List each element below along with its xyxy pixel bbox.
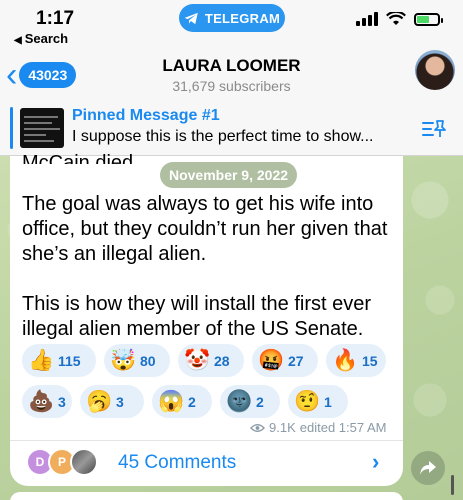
reaction-count: 115 xyxy=(58,352,81,369)
back-triangle-icon: ◀ xyxy=(14,35,22,46)
status-back-label: Search xyxy=(24,31,69,46)
telegram-pill-label: TELEGRAM xyxy=(204,10,281,26)
comments-label: 45 Comments xyxy=(118,452,237,473)
pinned-message-bar[interactable]: Pinned Message #1 I suppose this is the … xyxy=(0,100,463,156)
poop-icon: 💩 xyxy=(28,390,55,413)
message-text-cut-off: McCain died. xyxy=(22,152,139,164)
status-icons xyxy=(356,12,443,26)
signal-icon xyxy=(356,12,378,26)
message-paragraph: This is how they will install the first … xyxy=(22,293,372,340)
reaction-count: 27 xyxy=(288,352,304,369)
reaction-poop[interactable]: 💩 3 xyxy=(22,385,72,418)
reaction-clown[interactable]: 🤡 28 xyxy=(178,344,244,377)
exploding-head-icon: 🤯 xyxy=(110,349,137,372)
channel-title[interactable]: LAURA LOOMER xyxy=(0,56,463,76)
reaction-count: 3 xyxy=(58,393,66,410)
telegram-icon xyxy=(184,12,198,24)
reactions-row: 👍 115 🤯 80 🤡 28 🤬 27 🔥 15 💩 3 🥱 3 😱 2 🌚 2 🤨 1 xyxy=(22,344,392,418)
clown-icon: 🤡 xyxy=(184,349,211,372)
wifi-icon xyxy=(386,12,406,25)
telegram-app-pill[interactable]: TELEGRAM xyxy=(179,4,285,32)
new-moon-face-icon: 🌚 xyxy=(226,390,253,413)
commenter-avatar xyxy=(70,448,98,476)
reaction-count: 1 xyxy=(324,393,332,410)
screaming-face-icon: 😱 xyxy=(158,390,185,413)
next-message-bubble xyxy=(10,492,403,500)
reaction-new-moon-face[interactable]: 🌚 2 xyxy=(220,385,280,418)
message-meta: 9.1K edited 1:57 AM xyxy=(250,420,386,435)
edited-timestamp: edited 1:57 AM xyxy=(299,420,387,435)
pinned-preview-text: I suppose this is the perfect time to sh… xyxy=(72,128,374,145)
reaction-count: 2 xyxy=(256,393,264,410)
reaction-count: 2 xyxy=(188,393,196,410)
reaction-thumbs-up[interactable]: 👍 115 xyxy=(22,344,96,377)
reaction-count: 3 xyxy=(116,393,124,410)
battery-icon xyxy=(414,12,443,26)
reaction-exploding-head[interactable]: 🤯 80 xyxy=(104,344,170,377)
channel-avatar[interactable] xyxy=(415,50,455,90)
pin-list-icon[interactable] xyxy=(421,118,447,140)
reaction-count: 15 xyxy=(362,352,378,369)
status-back-link[interactable]: ◀ Search xyxy=(14,31,68,46)
reaction-count: 80 xyxy=(140,352,156,369)
view-count: 9.1K xyxy=(269,420,296,435)
pinned-title: Pinned Message #1 xyxy=(72,107,220,124)
status-time: 1:17 xyxy=(36,8,75,29)
eye-icon xyxy=(250,423,265,432)
reaction-raised-eyebrow[interactable]: 🤨 1 xyxy=(288,385,348,418)
reaction-yawning[interactable]: 🥱 3 xyxy=(80,385,144,418)
reaction-cursing-face[interactable]: 🤬 27 xyxy=(252,344,318,377)
yawning-face-icon: 🥱 xyxy=(86,390,113,413)
raised-eyebrow-icon: 🤨 xyxy=(294,390,321,413)
share-button[interactable] xyxy=(411,451,445,485)
thumbs-up-icon: 👍 xyxy=(28,349,55,372)
pinned-thumbnail xyxy=(20,108,64,148)
chevron-right-icon: › xyxy=(372,449,380,474)
date-separator: November 9, 2022 xyxy=(160,162,297,188)
reaction-screaming[interactable]: 😱 2 xyxy=(152,385,212,418)
cursing-face-icon: 🤬 xyxy=(258,349,285,372)
share-arrow-icon xyxy=(420,461,436,475)
message-paragraph: The goal was always to get his wife into… xyxy=(22,193,388,265)
fire-icon: 🔥 xyxy=(332,349,359,372)
pinned-indicator xyxy=(10,107,13,149)
comments-row[interactable]: D P 45 Comments › xyxy=(10,441,403,485)
subscriber-count: 31,679 subscribers xyxy=(172,78,291,94)
reaction-fire[interactable]: 🔥 15 xyxy=(326,344,386,377)
scroll-indicator[interactable] xyxy=(451,475,454,495)
message-text: The goal was always to get his wife into… xyxy=(22,192,392,342)
reaction-count: 28 xyxy=(214,352,230,369)
